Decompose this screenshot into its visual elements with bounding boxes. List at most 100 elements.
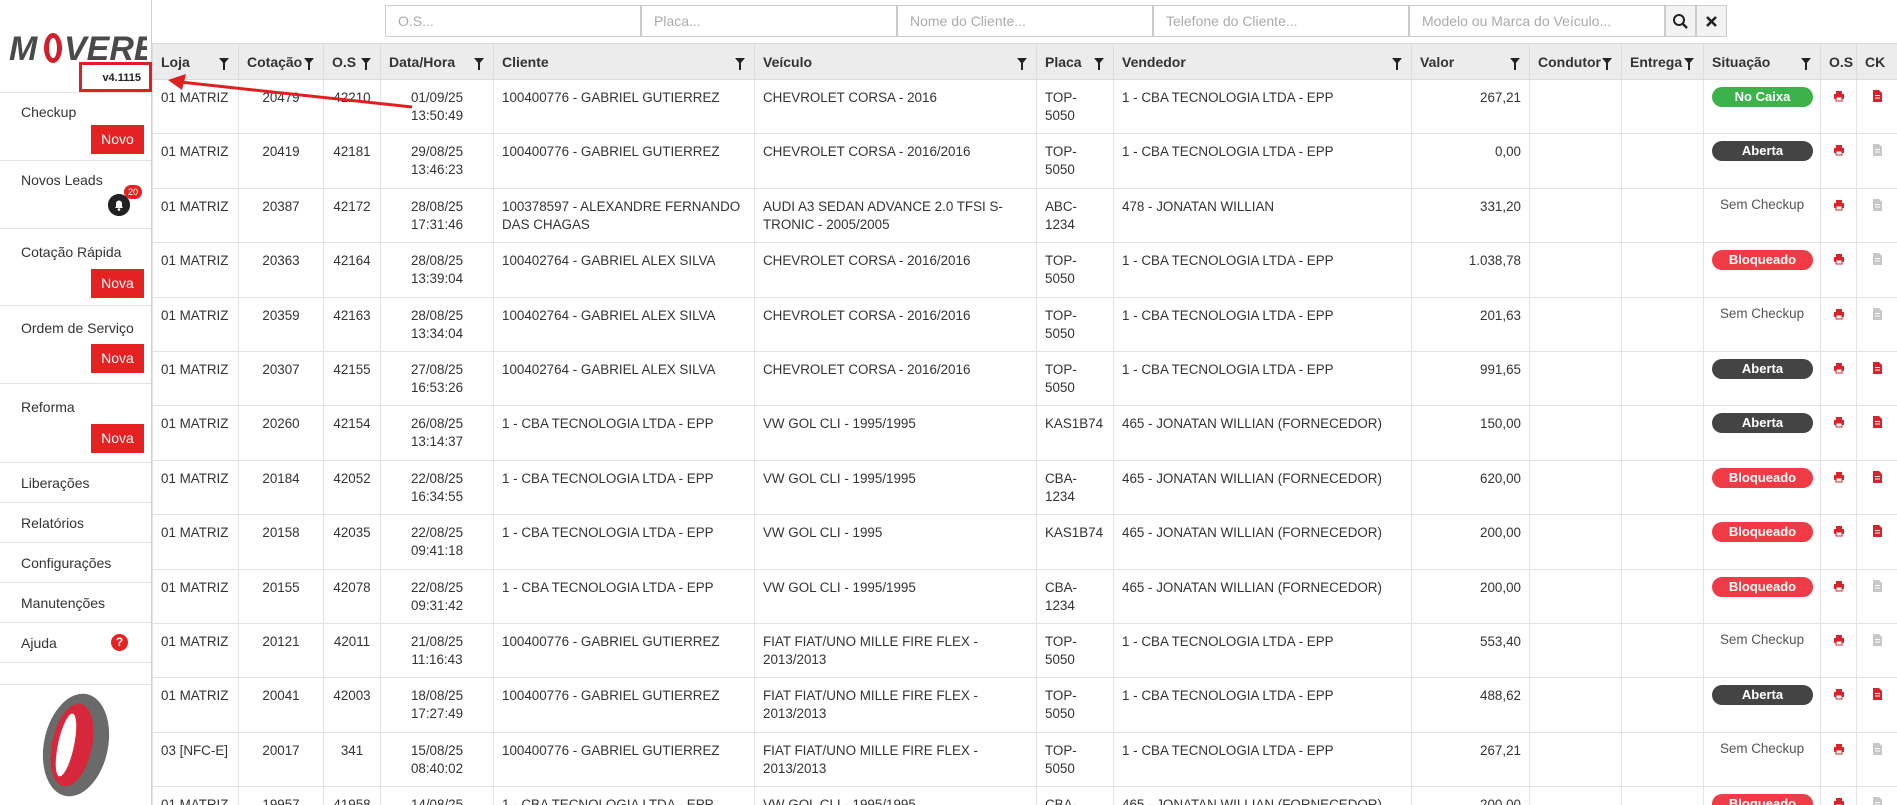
cell-ck[interactable] <box>1856 78 1897 135</box>
document-icon[interactable] <box>1871 253 1883 266</box>
table-row[interactable]: 01 MATRIZ 20158 42035 22/08/25 09:41:18 1… <box>152 514 1897 570</box>
document-icon[interactable] <box>1871 579 1883 592</box>
column-header-loja[interactable]: Loja <box>152 43 239 80</box>
cell-ck[interactable] <box>1856 786 1897 805</box>
table-row[interactable]: 01 MATRIZ 20041 42003 18/08/25 17:27:49 1… <box>152 677 1897 733</box>
cell-os-print[interactable] <box>1820 514 1857 570</box>
table-row[interactable]: 01 MATRIZ 20387 42172 28/08/25 17:31:46 1… <box>152 187 1897 244</box>
cell-os-print[interactable] <box>1820 786 1857 805</box>
filter-icon[interactable] <box>1684 58 1694 70</box>
column-header-os[interactable]: O.S <box>323 43 381 80</box>
print-icon[interactable] <box>1833 580 1845 592</box>
new-reforma-button[interactable]: Nova <box>91 424 144 453</box>
filter-icon[interactable] <box>1510 58 1520 70</box>
sidebar-item-reforma[interactable]: Reforma Nova <box>0 384 151 463</box>
sidebar-item-ajuda[interactable]: Ajuda ? <box>0 623 151 663</box>
print-icon[interactable] <box>1833 416 1845 428</box>
cell-os-print[interactable] <box>1820 677 1857 733</box>
clear-search-button[interactable] <box>1696 5 1727 37</box>
cell-os-print[interactable] <box>1820 296 1857 352</box>
cell-ck[interactable] <box>1856 514 1897 570</box>
print-icon[interactable] <box>1833 471 1845 483</box>
document-icon[interactable] <box>1871 198 1883 211</box>
print-icon[interactable] <box>1833 634 1845 646</box>
table-row[interactable]: 01 MATRIZ 20184 42052 22/08/25 16:34:55 1… <box>152 459 1897 516</box>
column-header-condutor[interactable]: Condutor <box>1529 43 1622 80</box>
print-icon[interactable] <box>1833 797 1845 805</box>
cell-os-print[interactable] <box>1820 622 1857 679</box>
cell-ck[interactable] <box>1856 677 1897 733</box>
print-icon[interactable] <box>1833 90 1845 102</box>
new-checkup-button[interactable]: Novo <box>91 125 144 154</box>
filter-icon[interactable] <box>1392 58 1402 70</box>
help-icon[interactable]: ? <box>111 634 128 651</box>
table-row[interactable]: 01 MATRIZ 20419 42181 29/08/25 13:46:23 1… <box>152 133 1897 189</box>
column-header-data-hora[interactable]: Data/Hora <box>380 43 494 80</box>
column-header-cliente[interactable]: Cliente <box>493 43 755 80</box>
filter-icon[interactable] <box>1602 58 1612 70</box>
cell-ck[interactable] <box>1856 242 1897 298</box>
column-header-valor[interactable]: Valor <box>1411 43 1530 80</box>
sidebar-item-cotacao-rapida[interactable]: Cotação Rápida Nova <box>0 229 151 306</box>
table-row[interactable]: 01 MATRIZ 20260 42154 26/08/25 13:14:37 1… <box>152 405 1897 461</box>
document-icon[interactable] <box>1871 416 1883 429</box>
document-icon[interactable] <box>1871 470 1883 483</box>
table-row[interactable]: 01 MATRIZ 19957 41958 14/08/25 1 - CBA T… <box>152 786 1897 805</box>
sidebar-item-manutencoes[interactable]: Manutenções <box>0 583 151 623</box>
cell-os-print[interactable] <box>1820 242 1857 298</box>
cell-os-print[interactable] <box>1820 731 1857 788</box>
plate-search-input[interactable] <box>641 5 897 37</box>
cell-os-print[interactable] <box>1820 350 1857 407</box>
print-icon[interactable] <box>1833 688 1845 700</box>
table-row[interactable]: 01 MATRIZ 20359 42163 28/08/25 13:34:04 1… <box>152 296 1897 352</box>
column-header-vendedor[interactable]: Vendedor <box>1113 43 1412 80</box>
document-icon[interactable] <box>1871 742 1883 755</box>
filter-icon[interactable] <box>474 58 484 70</box>
filter-icon[interactable] <box>304 58 314 70</box>
document-icon[interactable] <box>1871 361 1883 374</box>
filter-icon[interactable] <box>1017 58 1027 70</box>
table-row[interactable]: 01 MATRIZ 20363 42164 28/08/25 13:39:04 1… <box>152 242 1897 298</box>
cell-ck[interactable] <box>1856 187 1897 244</box>
table-row[interactable]: 01 MATRIZ 20121 42011 21/08/25 11:16:43 1… <box>152 622 1897 679</box>
document-icon[interactable] <box>1871 307 1883 320</box>
print-icon[interactable] <box>1833 199 1845 211</box>
print-icon[interactable] <box>1833 253 1845 265</box>
cell-ck[interactable] <box>1856 731 1897 788</box>
cell-os-print[interactable] <box>1820 568 1857 624</box>
print-icon[interactable] <box>1833 308 1845 320</box>
document-icon[interactable] <box>1871 688 1883 701</box>
cell-ck[interactable] <box>1856 405 1897 461</box>
sidebar-item-checkup[interactable]: Checkup Novo <box>0 93 151 161</box>
document-icon[interactable] <box>1871 525 1883 538</box>
sidebar-item-novos-leads[interactable]: Novos Leads 20 <box>0 161 151 229</box>
table-row[interactable]: 01 MATRIZ 20479 42210 01/09/25 13:50:49 1… <box>152 78 1897 135</box>
filter-icon[interactable] <box>1801 58 1811 70</box>
column-header-placa[interactable]: Placa <box>1036 43 1114 80</box>
client-phone-search-input[interactable] <box>1153 5 1409 37</box>
sidebar-item-ordem-servico[interactable]: Ordem de Serviço Nova <box>0 306 151 384</box>
cell-os-print[interactable] <box>1820 187 1857 244</box>
cell-ck[interactable] <box>1856 459 1897 516</box>
filter-icon[interactable] <box>735 58 745 70</box>
sidebar-item-configuracoes[interactable]: Configurações <box>0 543 151 583</box>
os-search-input[interactable] <box>385 5 641 37</box>
client-name-search-input[interactable] <box>897 5 1153 37</box>
print-icon[interactable] <box>1833 525 1845 537</box>
cell-os-print[interactable] <box>1820 133 1857 189</box>
column-header-cotacao[interactable]: Cotação <box>238 43 324 80</box>
table-row[interactable]: 01 MATRIZ 20155 42078 22/08/25 09:31:42 1… <box>152 568 1897 624</box>
column-header-situacao[interactable]: Situação <box>1703 43 1821 80</box>
sidebar-item-liberacoes[interactable]: Liberações <box>0 463 151 503</box>
cell-ck[interactable] <box>1856 296 1897 352</box>
cell-os-print[interactable] <box>1820 405 1857 461</box>
cell-ck[interactable] <box>1856 622 1897 679</box>
table-row[interactable]: 01 MATRIZ 20307 42155 27/08/25 16:53:26 1… <box>152 350 1897 407</box>
filter-icon[interactable] <box>361 58 371 70</box>
vehicle-search-input[interactable] <box>1409 5 1665 37</box>
column-header-veiculo[interactable]: Veículo <box>754 43 1037 80</box>
document-icon[interactable] <box>1871 144 1883 157</box>
sidebar-item-relatorios[interactable]: Relatórios <box>0 503 151 543</box>
column-header-entrega[interactable]: Entrega <box>1621 43 1704 80</box>
document-icon[interactable] <box>1871 90 1883 102</box>
